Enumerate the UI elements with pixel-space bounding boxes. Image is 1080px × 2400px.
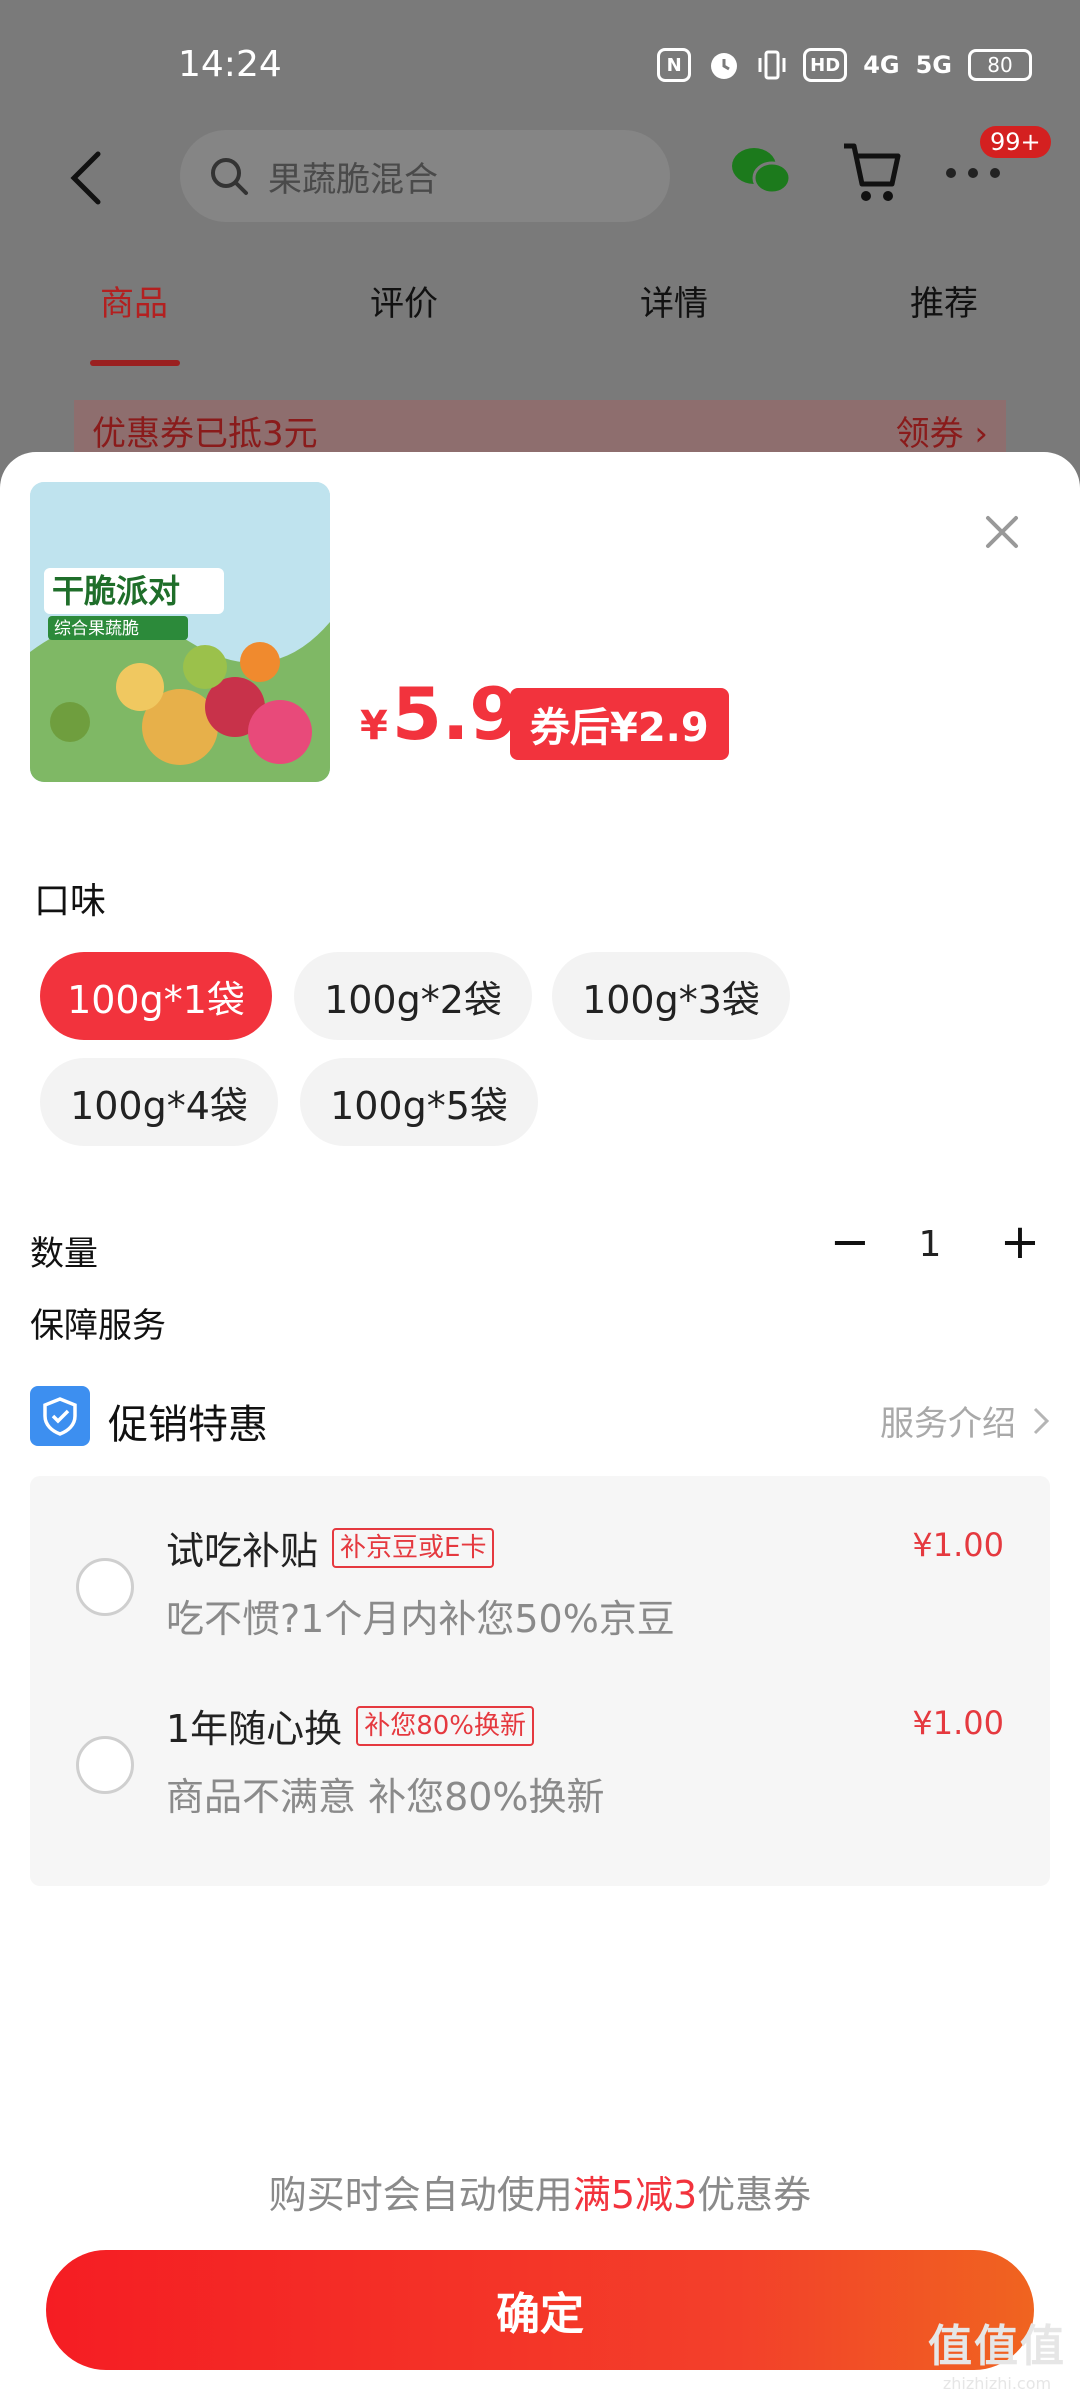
tab-details[interactable]: 详情	[640, 276, 708, 325]
service-tag: 补您80%换新	[356, 1705, 534, 1746]
alarm-icon	[711, 53, 738, 79]
more-menu-icon[interactable]	[946, 168, 1000, 178]
service-options: 试吃补贴 补京豆或E卡 吃不惯?1个月内补您50%京豆 ¥1.00 1年随心换 …	[30, 1476, 1050, 1886]
flavor-title: 口味	[34, 881, 107, 922]
vibrate-icon	[758, 50, 786, 80]
4g-signal-icon: 4G	[863, 51, 900, 79]
quantity-stepper: 数量 − 1 +	[30, 1212, 1040, 1282]
service-price: ¥1.00	[912, 1704, 1004, 1742]
message-badge: 99+	[980, 126, 1051, 158]
back-arrow-icon[interactable]	[66, 148, 106, 208]
coupon-strip[interactable]: 优惠券已抵3元 领券 ›	[74, 400, 1006, 460]
price-currency: ¥	[360, 703, 388, 749]
flavor-option-4[interactable]: 100g*4袋	[40, 1058, 278, 1146]
flavor-option-2[interactable]: 100g*2袋	[294, 952, 532, 1040]
radio-button[interactable]	[76, 1558, 134, 1616]
service-intro-link[interactable]: 服务介绍	[880, 1396, 1050, 1445]
sku-selection-sheet: 干脆派对 综合果蔬脆 ¥ 5.9 券后¥2.9 口味 100g*1袋 100g*…	[0, 452, 1080, 2400]
quantity-value[interactable]: 1	[900, 1224, 960, 1265]
service-price: ¥1.00	[912, 1526, 1004, 1564]
service-name: 试吃补贴 补京豆或E卡	[166, 1520, 495, 1575]
promo-title: 促销特惠	[108, 1402, 268, 1448]
shield-icon	[30, 1386, 90, 1446]
top-nav: 果蔬脆混合 99+	[0, 126, 1080, 230]
battery-indicator: 80	[968, 49, 1032, 81]
product-thumbnail[interactable]: 干脆派对 综合果蔬脆	[30, 482, 330, 782]
tab-recommend[interactable]: 推荐	[910, 276, 978, 325]
status-time: 14:24	[178, 44, 282, 85]
status-icons: N HD 4G 5G 80	[657, 48, 1032, 82]
hd-icon: HD	[803, 48, 848, 82]
service-name: 1年随心换 补您80%换新	[166, 1698, 534, 1753]
promo-header: 促销特惠 服务介绍	[30, 1386, 1050, 1450]
flavor-option-5[interactable]: 100g*5袋	[300, 1058, 538, 1146]
background-page: 14:24 N HD 4G 5G 80 果蔬脆混合 99+ 商品 评价 详情 推…	[0, 0, 1080, 480]
status-bar: 14:24 N HD 4G 5G 80	[0, 0, 1080, 136]
guarantee-title: 保障服务	[30, 1306, 166, 1346]
product-image: 干脆派对 综合果蔬脆	[30, 482, 330, 782]
search-bar[interactable]: 果蔬脆混合	[180, 130, 670, 222]
search-placeholder: 果蔬脆混合	[268, 159, 438, 200]
after-coupon-price-tag: 券后¥2.9	[510, 688, 729, 760]
price: ¥ 5.9	[360, 672, 519, 756]
tab-product[interactable]: 商品	[100, 276, 168, 325]
coupon-strip-text: 优惠券已抵3元	[92, 413, 318, 454]
flavor-option-1[interactable]: 100g*1袋	[40, 952, 272, 1040]
chevron-right-icon	[1033, 1407, 1050, 1434]
price-value: 5.9	[391, 672, 520, 756]
service-desc: 商品不满意 补您80%换新	[166, 1775, 605, 1819]
decrease-button[interactable]: −	[820, 1212, 880, 1272]
increase-button[interactable]: +	[990, 1212, 1050, 1272]
quantity-label: 数量	[30, 1234, 98, 1274]
coupon-highlight: 满5减3	[572, 2173, 698, 2217]
active-tab-indicator	[90, 360, 180, 366]
radio-button[interactable]	[76, 1736, 134, 1794]
service-tag: 补京豆或E卡	[332, 1527, 495, 1568]
wechat-share-icon[interactable]	[730, 144, 794, 200]
watermark: 值值值 zhizhizhi.com	[928, 2321, 1066, 2393]
auto-coupon-note: 购买时会自动使用满5减3优惠券	[268, 2173, 812, 2217]
service-option[interactable]: 试吃补贴 补京豆或E卡 吃不惯?1个月内补您50%京豆 ¥1.00	[30, 1500, 1050, 1660]
tab-reviews[interactable]: 评价	[370, 276, 438, 325]
close-icon[interactable]	[982, 512, 1022, 552]
nfc-icon: N	[657, 48, 692, 82]
confirm-button[interactable]: 确定	[46, 2250, 1034, 2370]
product-image-title: 干脆派对	[52, 572, 180, 610]
5g-signal-icon: 5G	[915, 51, 952, 79]
service-desc: 吃不惯?1个月内补您50%京豆	[166, 1597, 675, 1641]
search-icon	[211, 158, 248, 195]
product-image-subtitle: 综合果蔬脆	[54, 619, 139, 639]
service-option[interactable]: 1年随心换 补您80%换新 商品不满意 补您80%换新 ¥1.00	[30, 1678, 1050, 1838]
get-coupon-link[interactable]: 领券 ›	[896, 406, 988, 455]
cart-icon[interactable]	[840, 140, 902, 206]
flavor-option-3[interactable]: 100g*3袋	[552, 952, 790, 1040]
